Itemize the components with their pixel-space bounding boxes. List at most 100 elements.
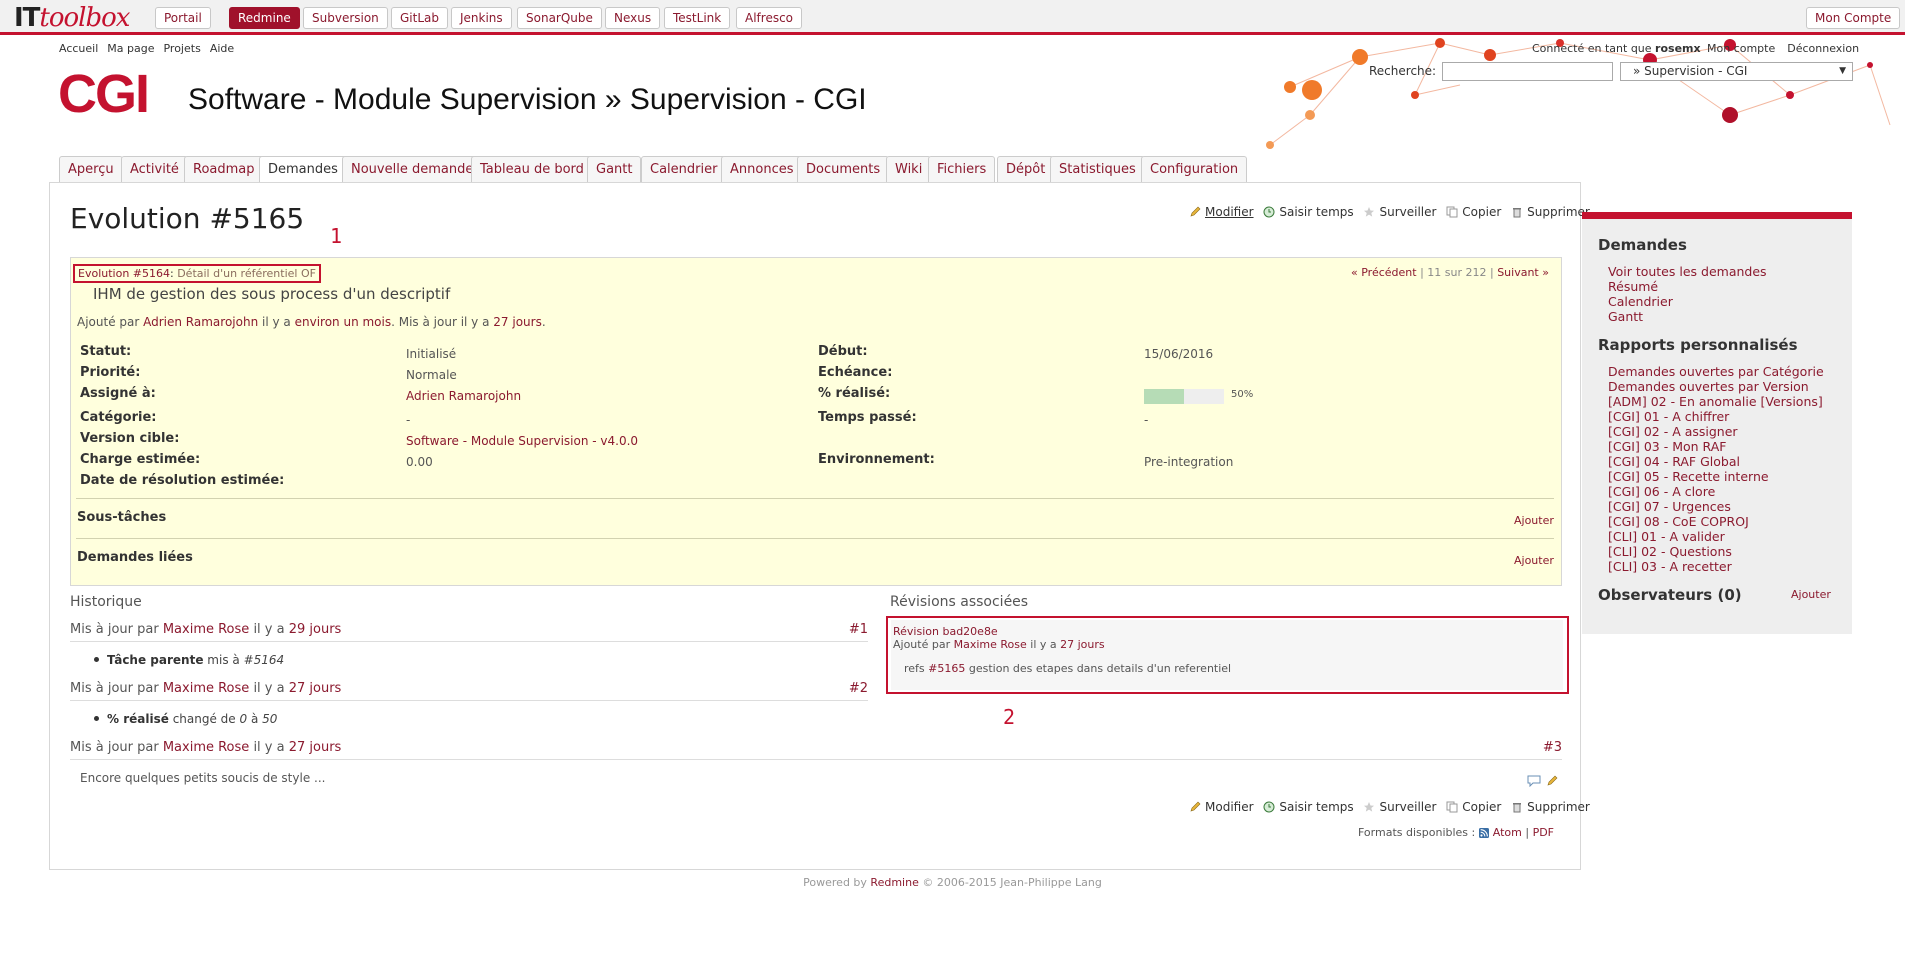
add-subtask-link[interactable]: Ajouter	[1514, 514, 1554, 527]
sidebar-report-link[interactable]: Demandes ouvertes par Catégorie	[1608, 364, 1824, 379]
tab-documents[interactable]: Documents	[797, 156, 890, 183]
sidebar-report-link[interactable]: [CLI] 02 - Questions	[1608, 544, 1732, 559]
menu-accueil[interactable]: Accueil	[59, 42, 98, 55]
journal-ago[interactable]: 27 jours	[289, 681, 342, 696]
supprimer-link[interactable]: Supprimer	[1511, 800, 1590, 814]
journal-number[interactable]: #1	[849, 622, 868, 637]
tab-configuration[interactable]: Configuration	[1141, 156, 1248, 183]
issue-details-box	[70, 257, 1562, 586]
sidebar-report-link[interactable]: Demandes ouvertes par Version	[1608, 379, 1809, 394]
tab-wiki[interactable]: Wiki	[886, 156, 932, 183]
journal-ago[interactable]: 27 jours	[289, 740, 342, 755]
tab-calendrier[interactable]: Calendrier	[641, 156, 727, 183]
tab-nouvelle-demande[interactable]: Nouvelle demande	[342, 156, 483, 183]
surveiller-link[interactable]: Surveiller	[1363, 205, 1436, 219]
supprimer-link[interactable]: Supprimer	[1511, 205, 1590, 219]
revision-link[interactable]: Révision bad20e8e	[893, 625, 998, 638]
toolbar-button-redmine[interactable]: Redmine	[229, 7, 300, 29]
add-observer-link[interactable]: Ajouter	[1791, 588, 1831, 601]
footer-copyright: © 2006-2015 Jean-Philippe Lang	[922, 876, 1102, 889]
sidebar-report-link[interactable]: [CGI] 01 - A chiffrer	[1608, 409, 1729, 424]
journal-user[interactable]: Maxime Rose	[163, 740, 249, 755]
tab-gantt[interactable]: Gantt	[587, 156, 642, 183]
sidebar-link[interactable]: Calendrier	[1608, 294, 1673, 309]
atom-link[interactable]: Atom	[1493, 826, 1522, 839]
journal-number[interactable]: #2	[849, 681, 868, 696]
rev-ago-link[interactable]: 27 jours	[1060, 638, 1105, 651]
tab-annonces[interactable]: Annonces	[721, 156, 803, 183]
sidebar-report-link[interactable]: [CGI] 03 - Mon RAF	[1608, 439, 1726, 454]
modifier-link[interactable]: Modifier	[1189, 800, 1254, 814]
mon-compte-button[interactable]: Mon Compte	[1806, 7, 1901, 29]
search-input[interactable]	[1442, 62, 1613, 81]
rev-author-prefix: Ajouté par	[893, 638, 951, 651]
project-select[interactable]: » Supervision - CGI ▼	[1620, 62, 1853, 81]
version-value[interactable]: Software - Module Supervision - v4.0.0	[406, 434, 638, 448]
copier-link[interactable]: Copier	[1446, 205, 1501, 219]
menu-ma-page[interactable]: Ma page	[107, 42, 154, 55]
progress-text: 50%	[1231, 389, 1254, 400]
logged-as-user[interactable]: rosemx	[1655, 42, 1701, 55]
sidebar-report-link[interactable]: [CGI] 06 - A clore	[1608, 484, 1715, 499]
tab-demandes[interactable]: Demandes	[259, 156, 347, 185]
menu-projets[interactable]: Projets	[163, 42, 200, 55]
tab-statistiques[interactable]: Statistiques	[1050, 156, 1145, 183]
rss-icon	[1478, 828, 1489, 838]
journal-number[interactable]: #3	[1543, 740, 1562, 755]
sidebar-report-link[interactable]: [CLI] 03 - A recetter	[1608, 559, 1732, 574]
tab-depot[interactable]: Dépôt	[997, 156, 1055, 183]
saisir-temps-label: Saisir temps	[1279, 205, 1354, 219]
sidebar-rapports-heading: Rapports personnalisés	[1598, 336, 1798, 354]
journal-user[interactable]: Maxime Rose	[163, 681, 249, 696]
modifier-link[interactable]: Modifier	[1189, 205, 1254, 219]
rev-issue-ref-link[interactable]: #5165	[928, 662, 965, 675]
add-related-link[interactable]: Ajouter	[1514, 554, 1554, 567]
rev-author-link[interactable]: Maxime Rose	[954, 638, 1027, 651]
sidebar-link[interactable]: Résumé	[1608, 279, 1658, 294]
sidebar-report-link[interactable]: [ADM] 02 - En anomalie [Versions]	[1608, 394, 1823, 409]
sidebar-report-link[interactable]: [CGI] 07 - Urgences	[1608, 499, 1731, 514]
saisir-temps-link[interactable]: Saisir temps	[1263, 205, 1354, 219]
tab-apercu[interactable]: Aperçu	[59, 156, 123, 183]
journal-ago[interactable]: 29 jours	[289, 622, 342, 637]
pdf-link[interactable]: PDF	[1533, 826, 1554, 839]
sidebar-report-link[interactable]: [CGI] 05 - Recette interne	[1608, 469, 1769, 484]
journal-user[interactable]: Maxime Rose	[163, 622, 249, 637]
toolbar-button-alfresco[interactable]: Alfresco	[736, 7, 803, 29]
quote-icon[interactable]	[1527, 775, 1541, 787]
sidebar-report-link[interactable]: [CGI] 04 - RAF Global	[1608, 454, 1740, 469]
tab-fichiers[interactable]: Fichiers	[928, 156, 996, 183]
toolbar-button-subversion[interactable]: Subversion	[303, 7, 388, 29]
surveiller-link[interactable]: Surveiller	[1363, 800, 1436, 814]
sidebar-report-link[interactable]: [CGI] 08 - CoE COPROJ	[1608, 514, 1749, 529]
updated-link[interactable]: 27 jours	[493, 315, 542, 329]
sidebar-link[interactable]: Voir toutes les demandes	[1608, 264, 1767, 279]
toolbar-button-sonarqube[interactable]: SonarQube	[517, 7, 602, 29]
tab-roadmap[interactable]: Roadmap	[184, 156, 264, 183]
created-link[interactable]: environ un mois	[295, 315, 392, 329]
assigne-value[interactable]: Adrien Ramarojohn	[406, 389, 521, 403]
menu-aide[interactable]: Aide	[210, 42, 234, 55]
parent-issue-link[interactable]: Evolution #5164: Détail d'un référentiel…	[73, 264, 321, 283]
toolbar-button-jenkins[interactable]: Jenkins	[451, 7, 512, 29]
sidebar-report-link[interactable]: [CLI] 01 - A valider	[1608, 529, 1725, 544]
toolbar-button-portail[interactable]: Portail	[155, 7, 211, 29]
sidebar-report-link[interactable]: [CGI] 02 - A assigner	[1608, 424, 1738, 439]
menu-deconnexion[interactable]: Déconnexion	[1787, 42, 1859, 55]
tab-activite[interactable]: Activité	[121, 156, 188, 183]
parent-issue-id[interactable]: Evolution #5164	[78, 267, 170, 280]
author-link[interactable]: Adrien Ramarojohn	[143, 315, 258, 329]
toolbar-button-gitlab[interactable]: GitLab	[391, 7, 448, 29]
toolbar-button-nexus[interactable]: Nexus	[605, 7, 661, 29]
previous-link[interactable]: « Précédent	[1351, 266, 1417, 279]
sidebar-link[interactable]: Gantt	[1608, 309, 1643, 324]
pencil-icon[interactable]	[1546, 775, 1558, 787]
next-link[interactable]: Suivant »	[1497, 266, 1549, 279]
copier-link[interactable]: Copier	[1446, 800, 1501, 814]
tab-tableau-de-bord[interactable]: Tableau de bord	[471, 156, 593, 183]
redmine-link[interactable]: Redmine	[870, 876, 918, 889]
saisir-temps-link[interactable]: Saisir temps	[1263, 800, 1354, 814]
menu-mon-compte[interactable]: Mon compte	[1707, 42, 1775, 55]
toolbar-button-testlink[interactable]: TestLink	[664, 7, 731, 29]
ittoolbox-logo[interactable]: ITtoolbox	[14, 3, 130, 33]
